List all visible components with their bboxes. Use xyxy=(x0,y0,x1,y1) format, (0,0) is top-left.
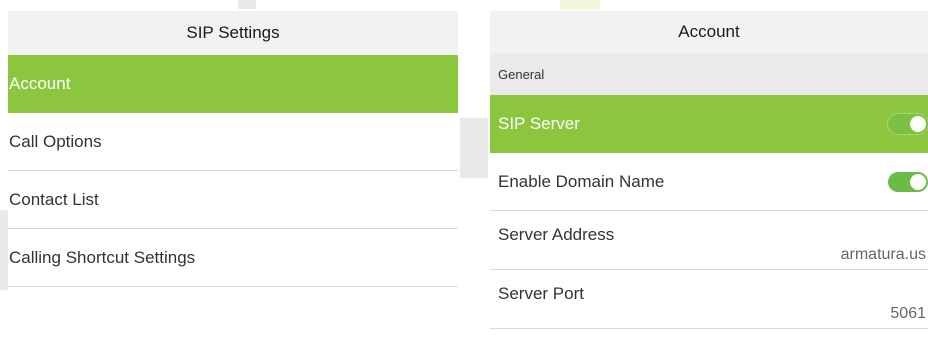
enable-domain-name-label: Enable Domain Name xyxy=(498,171,665,191)
enable-domain-name-toggle[interactable] xyxy=(888,171,928,192)
background-block xyxy=(238,0,256,9)
toggle-knob xyxy=(910,173,926,190)
sip-settings-panel: SIP Settings Account Call Options Contac… xyxy=(8,11,458,341)
panel-title: SIP Settings xyxy=(8,11,458,55)
menu-item-label: Call Options xyxy=(9,131,102,151)
sip-server-toggle[interactable] xyxy=(888,113,928,134)
menu-item-call-options[interactable]: Call Options xyxy=(8,113,458,171)
menu-item-label: Contact List xyxy=(9,189,99,209)
sip-server-label: SIP Server xyxy=(498,113,580,133)
server-address-label: Server Address xyxy=(498,225,615,244)
panel-title: Account xyxy=(490,11,928,53)
menu-item-account[interactable]: Account xyxy=(8,55,458,113)
server-port-row[interactable]: Server Port 5061 xyxy=(490,270,928,329)
menu-item-label: Calling Shortcut Settings xyxy=(9,247,196,267)
server-port-value: 5061 xyxy=(890,305,926,322)
background-block xyxy=(0,210,8,290)
background-block xyxy=(460,118,488,178)
server-address-value: armatura.us xyxy=(840,246,926,263)
background-block xyxy=(560,0,600,10)
menu-item-contact-list[interactable]: Contact List xyxy=(8,171,458,229)
menu-item-label: Account xyxy=(9,73,71,93)
server-address-row[interactable]: Server Address armatura.us xyxy=(490,211,928,270)
toggle-knob xyxy=(910,115,926,132)
account-panel: Account General SIP Server Enable Domain… xyxy=(490,11,928,341)
section-header-general: General xyxy=(490,53,928,95)
sip-server-row[interactable]: SIP Server xyxy=(490,95,928,153)
server-port-label: Server Port xyxy=(498,284,584,303)
menu-item-calling-shortcut-settings[interactable]: Calling Shortcut Settings xyxy=(8,229,458,287)
enable-domain-name-row[interactable]: Enable Domain Name xyxy=(490,153,928,211)
